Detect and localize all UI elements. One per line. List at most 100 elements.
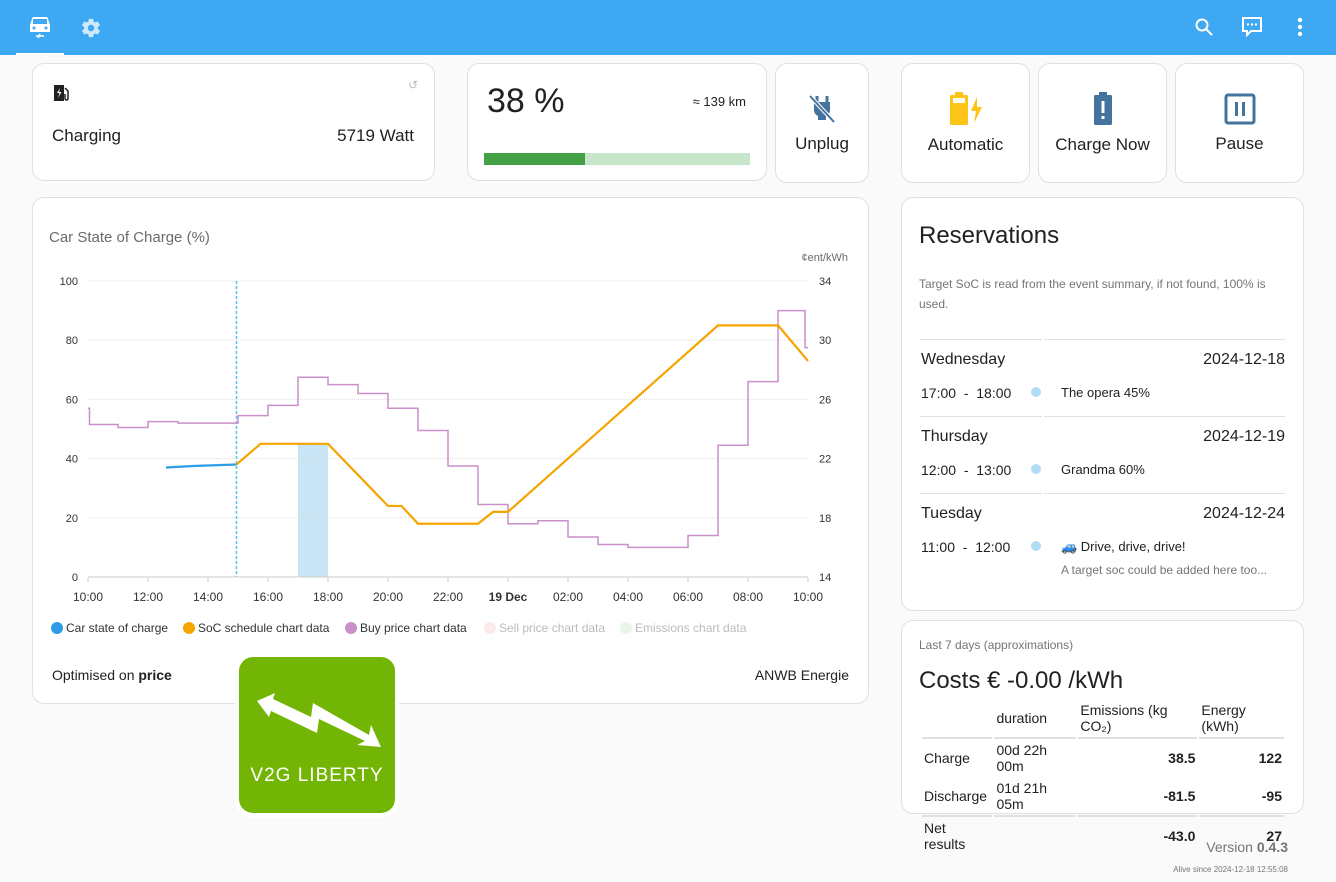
charge-now-label: Charge Now [1055, 135, 1150, 154]
x-tick-label: 14:00 [193, 590, 223, 604]
energy-provider: ANWB Energie [754, 667, 849, 683]
stats-cell: 01d 21h 05m [994, 777, 1077, 817]
stats-cell: Charge [924, 750, 970, 766]
legend-swatch [345, 622, 357, 634]
stats-cell: 122 [1258, 750, 1282, 766]
automatic-button[interactable]: Automatic [901, 63, 1030, 183]
y-tick-label: 0 [72, 572, 78, 584]
legend-label: Sell price chart data [499, 621, 606, 635]
reservation-divider [920, 339, 1042, 340]
soc-price-chart: 0 20 40 60 80 100 14 18 22 26 30 34 10:00 12:00 14:00 1… [60, 252, 848, 604]
y-tick-label: 100 [60, 276, 78, 288]
reservation-band [298, 443, 328, 577]
assist-button[interactable] [1239, 14, 1265, 40]
y-tick-label: 60 [66, 394, 78, 406]
y-tick-label: 80 [66, 335, 78, 347]
legend-label: Emissions chart data [635, 621, 747, 635]
reservation-time: 17:00 - 18:00 [921, 385, 1012, 401]
y2-tick-label: 26 [819, 394, 831, 406]
reservation-divider [1044, 493, 1285, 494]
x-tick-label: 04:00 [613, 590, 643, 604]
series-line-car-state-of-charge [165, 463, 237, 469]
legend-label: SoC schedule chart data [198, 621, 330, 635]
optimised-prefix: Optimised on [52, 667, 139, 683]
x-tick-label: 02:00 [553, 590, 583, 604]
reservation-day: Thursday [921, 428, 988, 445]
calendar-dot-icon [1031, 464, 1041, 474]
legend-label: Buy price chart data [360, 621, 467, 635]
stats-cell: Discharge [922, 777, 993, 817]
pause-button[interactable]: Pause [1175, 63, 1304, 183]
v2g-liberty-logo: V2G LIBERTY [235, 654, 399, 818]
search-icon [1195, 18, 1213, 36]
x-tick-label: 10:00 [73, 590, 103, 604]
stats-row: Discharge 01d 21h 05m -81.5 -95 [922, 777, 1284, 817]
reservation-day: Tuesday [921, 505, 982, 522]
reservation-divider [920, 493, 1042, 494]
y2-tick-label: 14 [819, 572, 831, 584]
calendar-dot-icon [1031, 387, 1041, 397]
legend-swatch [484, 622, 496, 634]
reservation-time: 12:00 - 13:00 [921, 462, 1012, 478]
x-tick-label: 20:00 [373, 590, 403, 604]
legend-swatch [620, 622, 632, 634]
search-button[interactable] [1191, 14, 1217, 40]
stats-row: Charge 00d 22h 00m 38.5 122 [922, 739, 1284, 777]
y2-tick-label: 18 [819, 513, 831, 525]
version-number: 0.4.3 [1256, 839, 1288, 855]
reservation-summary: 🚙 Drive, drive, drive! [1061, 539, 1186, 554]
x-tick-label: 12:00 [133, 590, 163, 604]
reservation-divider [1044, 416, 1285, 417]
chart-footer-optimised: Optimised on price [52, 667, 172, 683]
x-tick-label: 16:00 [253, 590, 283, 604]
reservation-date: 2024-12-18 [1203, 351, 1285, 368]
reservation-description: A target soc could be added here too... [1061, 563, 1268, 577]
reservation-summary: The opera 45% [1061, 385, 1150, 400]
y-tick-label: 20 [66, 513, 78, 525]
battery-alert-icon [1093, 92, 1112, 125]
reservation-summary: Grandma 60% [1061, 462, 1145, 477]
x-tick-label: 22:00 [433, 590, 463, 604]
stats-cell: -95 [1199, 777, 1284, 817]
stats-cell [994, 817, 1076, 855]
legend-swatch [51, 622, 63, 634]
calendar-dot-icon [1031, 541, 1041, 551]
charge-now-button[interactable]: Charge Now [1038, 63, 1167, 183]
stats-cell: -81.5 [1078, 777, 1198, 817]
x-tick-label: 19 Dec [489, 590, 528, 604]
reservation-day: Wednesday [921, 351, 1006, 368]
stats-subtitle: Last 7 days (approximations) [919, 638, 1074, 652]
reservations-card: Reservations Target SoC is read from the… [901, 197, 1304, 611]
more-vertical-icon [1297, 17, 1303, 37]
stats-table: duration Emissions (kg CO₂) Energy (kWh) C… [920, 699, 1286, 855]
stats-header-cell: duration [994, 699, 1077, 739]
costs-summary: Costs € -0.00 /kWh [919, 667, 1124, 694]
legend-item[interactable]: Emissions chart data [620, 621, 746, 635]
legend-item[interactable]: Car state of charge [51, 621, 168, 635]
version-info: Version 0.4.3 [1206, 839, 1288, 855]
reservations-title: Reservations [919, 222, 1060, 249]
x-tick-label: 08:00 [733, 590, 763, 604]
reservation-divider [920, 416, 1042, 417]
legend-item[interactable]: SoC schedule chart data [183, 621, 329, 635]
legend-swatch [183, 622, 195, 634]
series-line-buy-price-chart-data [88, 309, 808, 549]
chat-icon [1242, 17, 1262, 38]
y2-axis-label: ¢ent/kWh [802, 252, 848, 264]
legend-item[interactable]: Sell price chart data [484, 621, 605, 635]
stats-cell: Net results [924, 820, 966, 852]
reservation-time: 11:00 - 12:00 [921, 539, 1011, 555]
menu-button[interactable] [1287, 14, 1313, 40]
bolt-arrow-icon [257, 693, 381, 747]
logo-text: V2G LIBERTY [250, 765, 384, 786]
y2-tick-label: 22 [819, 454, 831, 466]
legend-label: Car state of charge [66, 621, 169, 635]
stats-header-cell: Emissions (kg CO₂) [1078, 699, 1198, 739]
pause-label: Pause [1215, 134, 1264, 153]
stats-header-cell [922, 699, 993, 739]
legend-item[interactable]: Buy price chart data [345, 621, 467, 635]
automatic-label: Automatic [927, 135, 1004, 154]
stats-cell: 38.5 [1168, 750, 1196, 766]
y-tick-label: 40 [66, 454, 78, 466]
optimised-mode: price [138, 667, 172, 683]
